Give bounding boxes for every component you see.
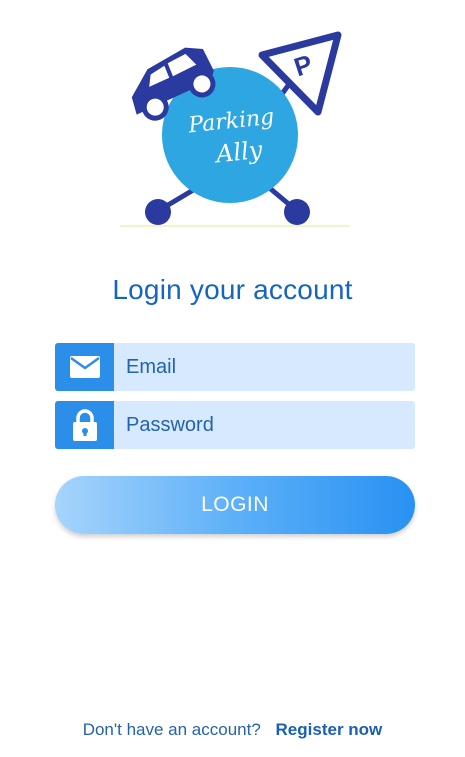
register-question: Don't have an account? — [82, 720, 261, 739]
email-input[interactable] — [114, 343, 415, 391]
email-field-group — [55, 343, 415, 391]
logo-ball-left — [145, 199, 171, 225]
password-icon-box — [55, 401, 114, 449]
page-title: Login your account — [112, 274, 353, 305]
password-field-group — [55, 401, 415, 449]
envelope-icon — [69, 356, 100, 378]
app-logo: P Parking Ally — [110, 30, 355, 235]
password-input[interactable] — [114, 401, 415, 449]
email-icon-box — [55, 343, 114, 391]
logo-text-ally: Ally — [213, 136, 264, 169]
register-prompt: Don't have an account? Register now — [0, 720, 465, 740]
register-link[interactable]: Register now — [276, 720, 383, 739]
lock-icon — [72, 409, 97, 441]
logo-ball-right — [284, 199, 310, 225]
login-button[interactable]: LOGIN — [55, 476, 415, 534]
